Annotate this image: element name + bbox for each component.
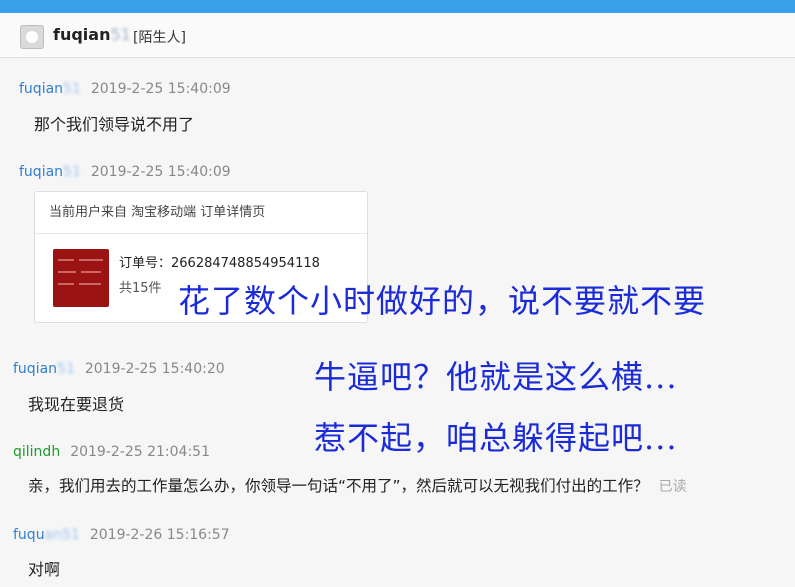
order-number: 订单号：266284748854954118	[119, 256, 320, 271]
message-time: 2019-2-25 15:40:09	[90, 81, 231, 97]
sender-name[interactable]: fuquan51	[13, 527, 80, 543]
sender-name[interactable]: fuqian51	[19, 164, 81, 180]
message-header: fuqian51 2019-2-25 15:40:20	[13, 361, 225, 377]
message-time: 2019-2-26 15:16:57	[89, 527, 230, 543]
message-time: 2019-2-25 15:40:09	[90, 164, 231, 180]
message-text: 我现在要退货	[28, 395, 125, 414]
message-header: fuqian51 2019-2-25 15:40:09	[19, 81, 231, 97]
message-text: 那个我们领导说不用了	[34, 115, 195, 134]
avatar[interactable]	[20, 25, 44, 49]
message-header: fuquan51 2019-2-26 15:16:57	[13, 527, 230, 543]
read-status: 已读	[658, 479, 687, 495]
message-header: qilindh 2019-2-25 21:04:51	[13, 444, 210, 460]
sender-name[interactable]: fuqian51	[19, 81, 81, 97]
order-card-source: 当前用户来自 淘宝移动端 订单详情页	[35, 192, 367, 234]
item-count: 共15件	[119, 281, 162, 296]
sender-name[interactable]: fuqian51	[13, 361, 75, 377]
window-top-bar	[0, 0, 795, 13]
message-header: fuqian51 2019-2-25 15:40:09	[19, 164, 231, 180]
product-thumbnail[interactable]	[53, 249, 109, 307]
sender-name[interactable]: qilindh	[13, 444, 60, 460]
overlay-caption-line3: 惹不起，咱总躲得起吧...	[314, 419, 678, 457]
chat-header: fuqian51 [陌生人]	[0, 13, 795, 58]
message-text: 亲，我们用去的工作量怎么办，你领导一句话“不用了”，然后就可以无视我们付出的工作…	[28, 477, 687, 495]
overlay-caption-line1: 花了数个小时做好的，说不要就不要	[178, 282, 707, 320]
contact-status-tag: [陌生人]	[133, 30, 186, 46]
contact-name: fuqian51	[53, 25, 131, 44]
message-time: 2019-2-25 15:40:20	[84, 361, 225, 377]
overlay-caption-line2: 牛逼吧？他就是这么横...	[314, 358, 678, 396]
message-text: 对啊	[28, 560, 61, 579]
message-time: 2019-2-25 21:04:51	[70, 444, 210, 460]
